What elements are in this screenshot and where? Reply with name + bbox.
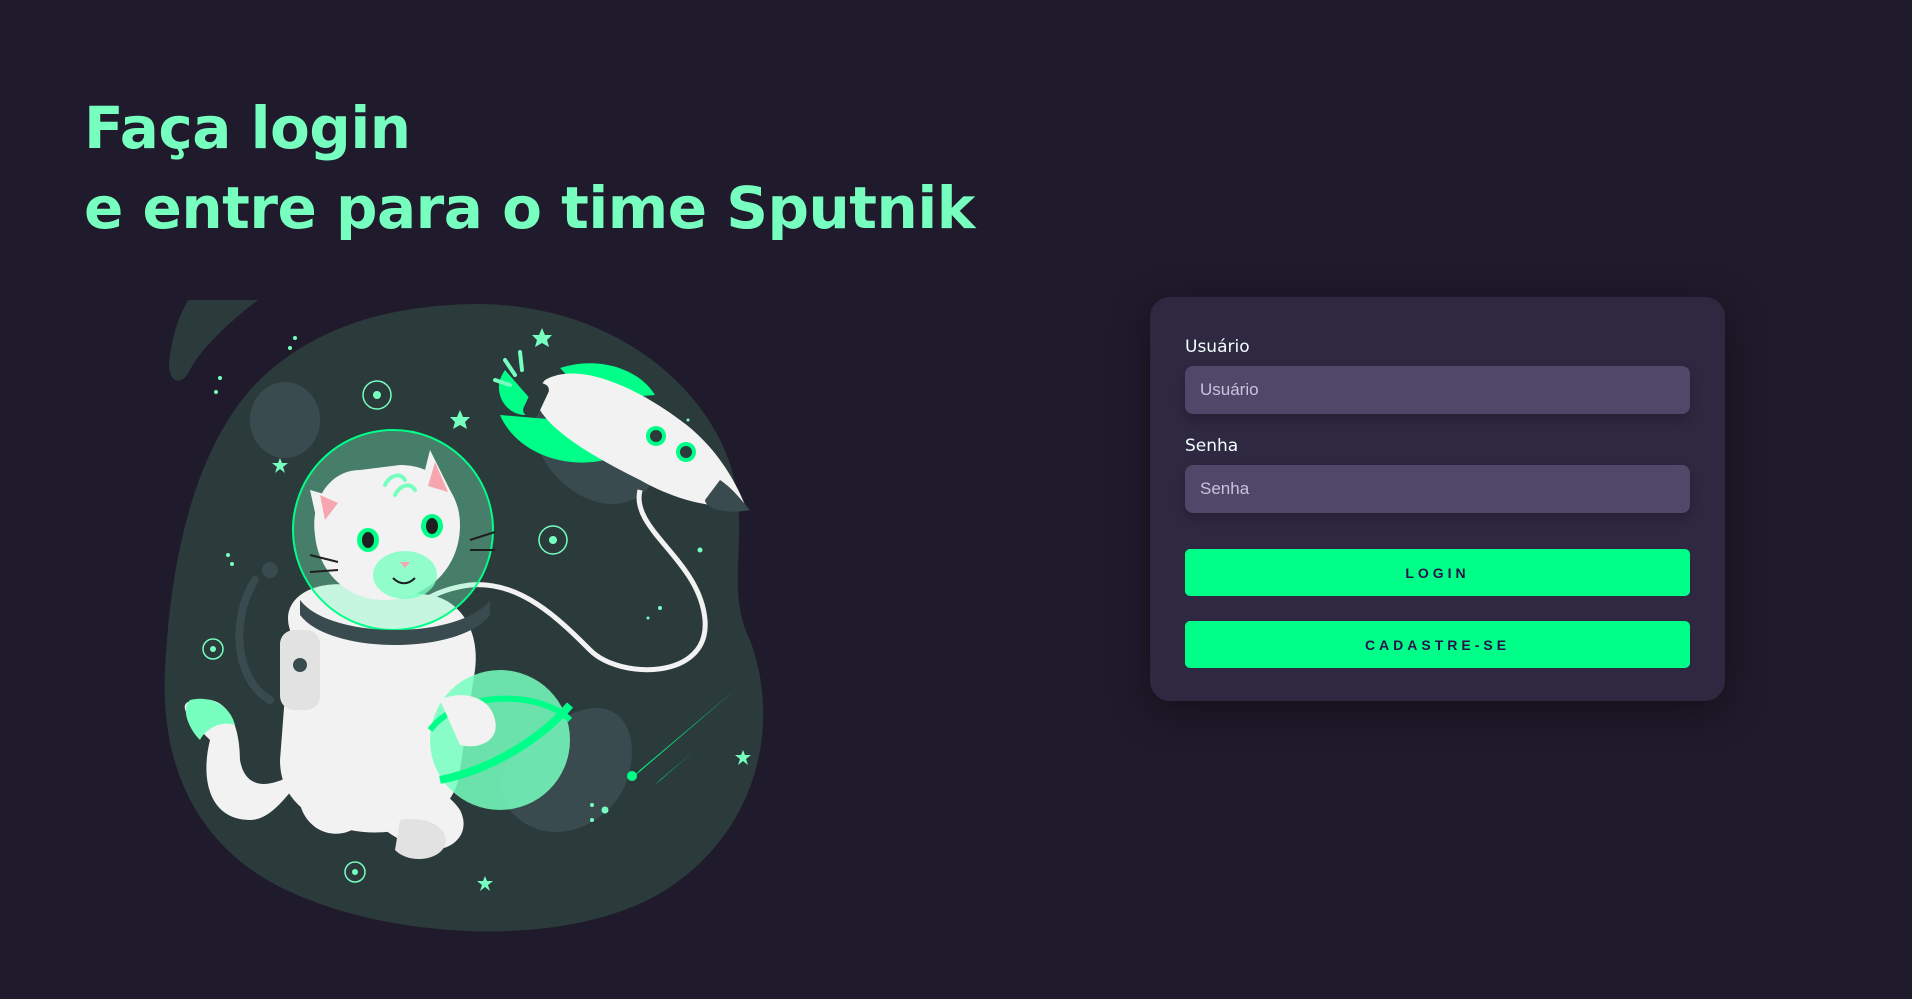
username-input[interactable]: [1185, 366, 1690, 414]
page-title-line-2: e entre para o time Sputnik: [84, 174, 975, 242]
password-input[interactable]: [1185, 465, 1690, 513]
login-page: Faça login e entre para o time Sputnik U…: [0, 0, 1912, 999]
astronaut-cat-icon: [164, 300, 764, 932]
signup-button[interactable]: CADASTRE-SE: [1185, 621, 1690, 668]
username-label: Usuário: [1185, 337, 1250, 357]
login-card: Usuário Senha LOGIN CADASTRE-SE: [1150, 297, 1725, 701]
page-title-line-1: Faça login: [84, 94, 411, 162]
login-button[interactable]: LOGIN: [1185, 549, 1690, 596]
password-label: Senha: [1185, 436, 1239, 456]
page-title: Faça login e entre para o time Sputnik: [84, 88, 975, 248]
